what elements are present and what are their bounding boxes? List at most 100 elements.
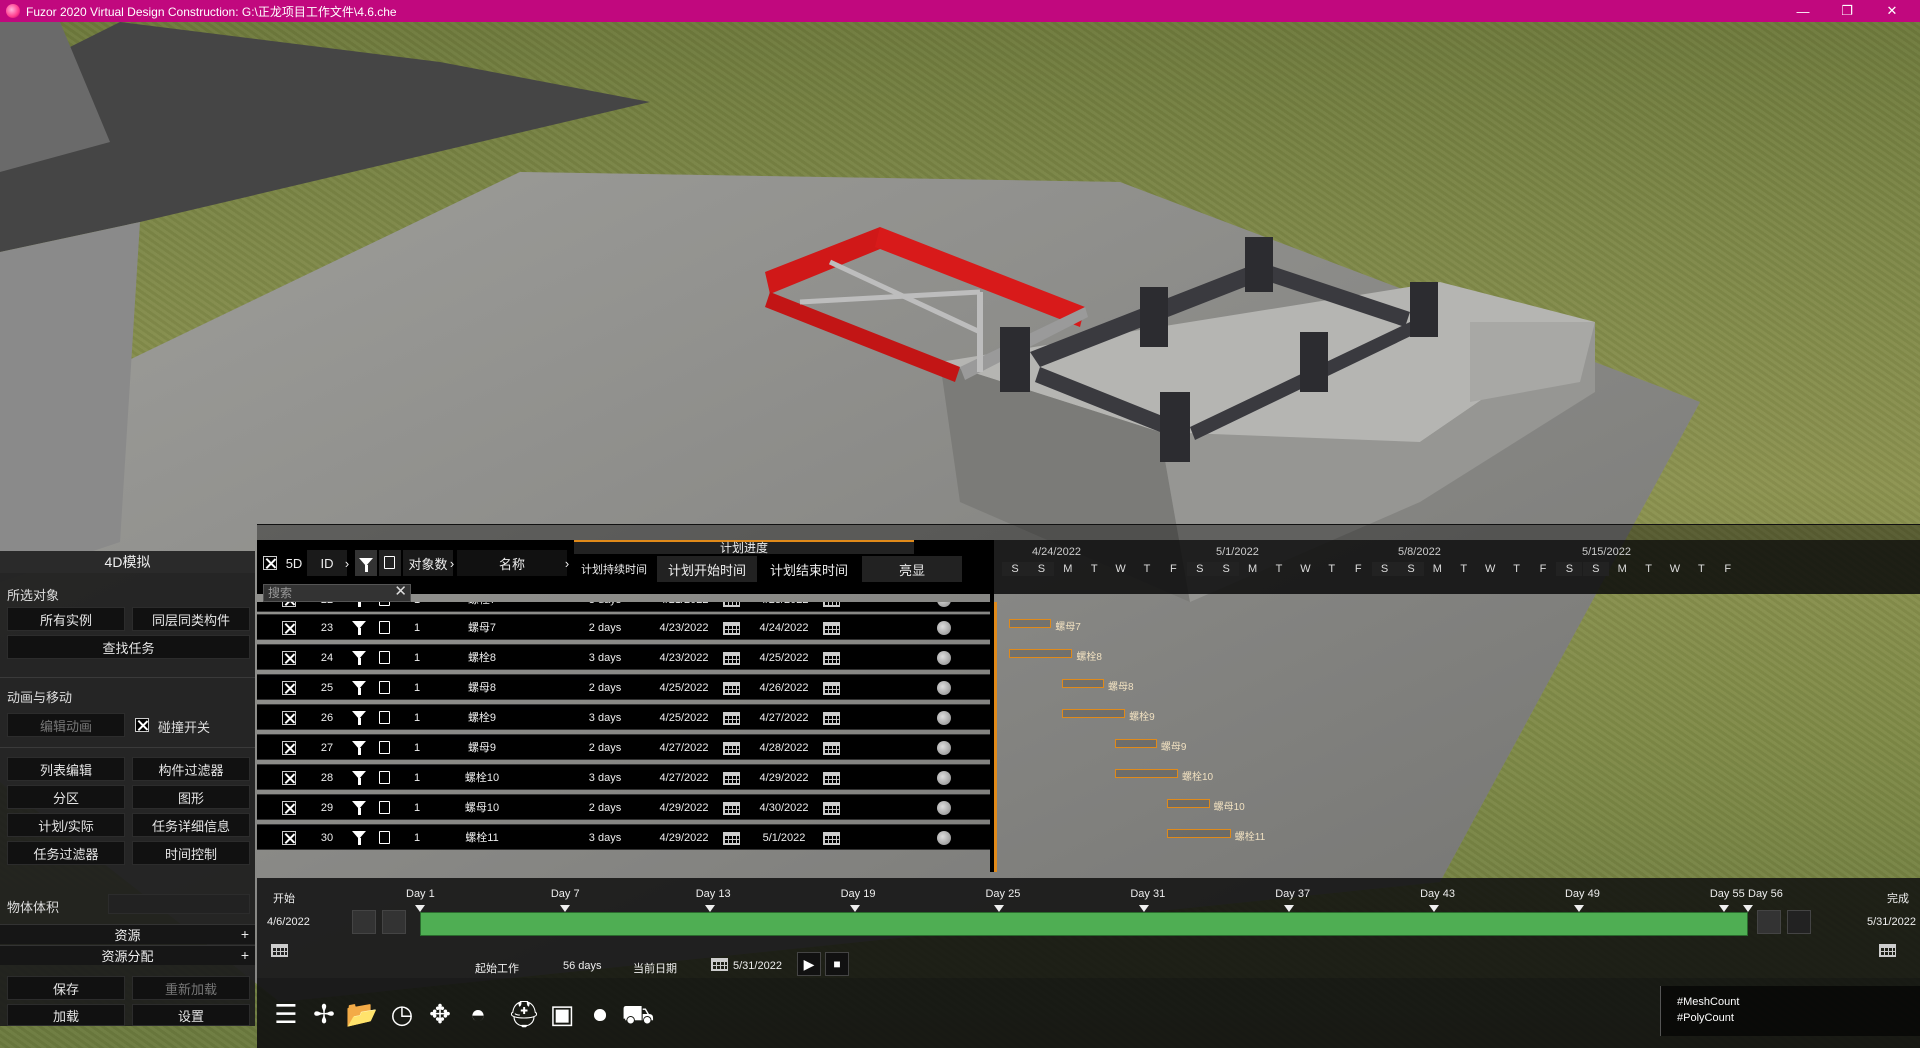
- highlight-color-icon[interactable]: [937, 621, 951, 635]
- document-icon[interactable]: [379, 711, 390, 724]
- transform-icon[interactable]: ✢: [307, 998, 341, 1030]
- calendar-icon[interactable]: [723, 682, 740, 695]
- document-icon[interactable]: [379, 621, 390, 634]
- zones-button[interactable]: 分区: [7, 785, 125, 809]
- clear-search-icon[interactable]: ✕: [394, 584, 407, 600]
- close-button[interactable]: ✕: [1874, 0, 1910, 22]
- calendar-icon[interactable]: [723, 802, 740, 815]
- filter-icon[interactable]: [352, 741, 366, 755]
- end-calendar-icon[interactable]: [1879, 944, 1896, 957]
- save-button[interactable]: 保存: [7, 976, 125, 1000]
- calendar-icon[interactable]: [823, 712, 840, 725]
- time-control-button[interactable]: 时间控制: [132, 841, 250, 865]
- row-checkbox[interactable]: [282, 771, 296, 785]
- table-row[interactable]: 23 1 螺母7 2 days 4/23/2022 4/24/2022: [257, 614, 990, 640]
- document-icon[interactable]: [379, 771, 390, 784]
- highlight-header[interactable]: 亮显: [862, 556, 962, 582]
- table-row[interactable]: 26 1 螺栓9 3 days 4/25/2022 4/27/2022: [257, 704, 990, 730]
- calendar-icon[interactable]: [723, 772, 740, 785]
- find-task-button[interactable]: 查找任务: [7, 635, 250, 659]
- settings-button[interactable]: 设置: [132, 1004, 250, 1026]
- stop-button[interactable]: ■: [825, 952, 849, 976]
- name-column-header[interactable]: 名称: [457, 550, 567, 576]
- object-count-header[interactable]: 对象数: [403, 550, 453, 576]
- resources-section[interactable]: 资源 +: [0, 924, 255, 944]
- document-icon[interactable]: [379, 801, 390, 814]
- calendar-icon[interactable]: [723, 622, 740, 635]
- plan-actual-button[interactable]: 计划/实际: [7, 813, 125, 837]
- calendar-icon[interactable]: [823, 832, 840, 845]
- row-checkbox[interactable]: [282, 831, 296, 845]
- calendar-icon[interactable]: [823, 652, 840, 665]
- filter-icon[interactable]: [352, 831, 366, 845]
- filter-icon[interactable]: [352, 771, 366, 785]
- task-bar[interactable]: [1061, 709, 1126, 718]
- edit-anim-button[interactable]: 编辑动画: [7, 713, 125, 737]
- task-bar[interactable]: [1114, 769, 1178, 778]
- calendar-icon[interactable]: [823, 682, 840, 695]
- row-checkbox[interactable]: [282, 801, 296, 815]
- play-button[interactable]: ▶: [797, 952, 821, 976]
- same-layer-button[interactable]: 同层同类构件: [132, 607, 250, 631]
- row-checkbox[interactable]: [282, 602, 296, 607]
- task-bar[interactable]: [1009, 619, 1052, 628]
- resource-alloc-section[interactable]: 资源分配 +: [0, 945, 255, 965]
- object-volume-field[interactable]: [108, 894, 250, 914]
- clock-icon[interactable]: ◷: [385, 998, 419, 1030]
- plan-start-header[interactable]: 计划开始时间: [657, 556, 757, 582]
- row-checkbox[interactable]: [282, 651, 296, 665]
- task-bar[interactable]: [1061, 679, 1105, 688]
- document-icon[interactable]: [379, 651, 390, 664]
- highlight-color-icon[interactable]: [937, 801, 951, 815]
- calendar-icon[interactable]: [823, 772, 840, 785]
- highlight-color-icon[interactable]: [937, 831, 951, 845]
- highlight-color-icon[interactable]: [937, 602, 951, 607]
- skip-forward-icon[interactable]: [1757, 910, 1781, 934]
- document-icon[interactable]: [379, 602, 390, 606]
- task-bar[interactable]: [1167, 799, 1210, 808]
- task-bar[interactable]: [1009, 649, 1073, 658]
- highlight-color-icon[interactable]: [937, 771, 951, 785]
- list-edit-button[interactable]: 列表编辑: [7, 757, 125, 781]
- task-bar[interactable]: [1114, 739, 1157, 748]
- highlight-color-icon[interactable]: [937, 711, 951, 725]
- reload-button[interactable]: 重新加载: [132, 976, 250, 1000]
- camera-icon[interactable]: ⏺: [583, 998, 617, 1030]
- expand-icon[interactable]: +: [241, 947, 249, 963]
- progress-track[interactable]: [420, 912, 1748, 936]
- filter-icon[interactable]: [355, 550, 377, 576]
- move-icon[interactable]: ✥: [423, 998, 457, 1030]
- row-checkbox[interactable]: [282, 681, 296, 695]
- row-checkbox[interactable]: [282, 711, 296, 725]
- search-input[interactable]: 搜索 ✕: [263, 584, 411, 602]
- highlight-color-icon[interactable]: [937, 651, 951, 665]
- graphics-button[interactable]: 图形: [132, 785, 250, 809]
- collision-checkbox[interactable]: [135, 718, 149, 732]
- table-row[interactable]: 28 1 螺栓10 3 days 4/27/2022 4/29/2022: [257, 764, 990, 790]
- document-icon[interactable]: [379, 681, 390, 694]
- filter-icon[interactable]: [352, 681, 366, 695]
- restore-button[interactable]: ❐: [1829, 0, 1865, 22]
- filter-icon[interactable]: [352, 801, 366, 815]
- calendar-icon[interactable]: [823, 802, 840, 815]
- calendar-icon[interactable]: [823, 622, 840, 635]
- document-icon[interactable]: [379, 741, 390, 754]
- calendar-icon[interactable]: [823, 602, 840, 607]
- folder-icon[interactable]: 📂: [345, 998, 379, 1030]
- table-row[interactable]: 30 1 螺栓11 3 days 4/29/2022 5/1/2022: [257, 824, 990, 850]
- calendar-icon[interactable]: [723, 712, 740, 725]
- calendar-icon[interactable]: [723, 652, 740, 665]
- list-icon[interactable]: ☰: [269, 998, 303, 1030]
- component-filter-button[interactable]: 构件过滤器: [132, 757, 250, 781]
- row-checkbox[interactable]: [282, 741, 296, 755]
- zoom-in-icon[interactable]: [1787, 910, 1811, 934]
- current-date-calendar-icon[interactable]: [711, 958, 728, 971]
- table-row[interactable]: 22 1 螺栓7 3 days 4/21/2022 4/23/2022: [257, 602, 990, 612]
- load-button[interactable]: 加载: [7, 1004, 125, 1026]
- calendar-icon[interactable]: [723, 602, 740, 607]
- task-filter-button[interactable]: 任务过滤器: [7, 841, 125, 865]
- calendar-icon[interactable]: [723, 742, 740, 755]
- document-icon[interactable]: [379, 831, 390, 844]
- expand-icon[interactable]: +: [241, 926, 249, 942]
- highlight-color-icon[interactable]: [937, 741, 951, 755]
